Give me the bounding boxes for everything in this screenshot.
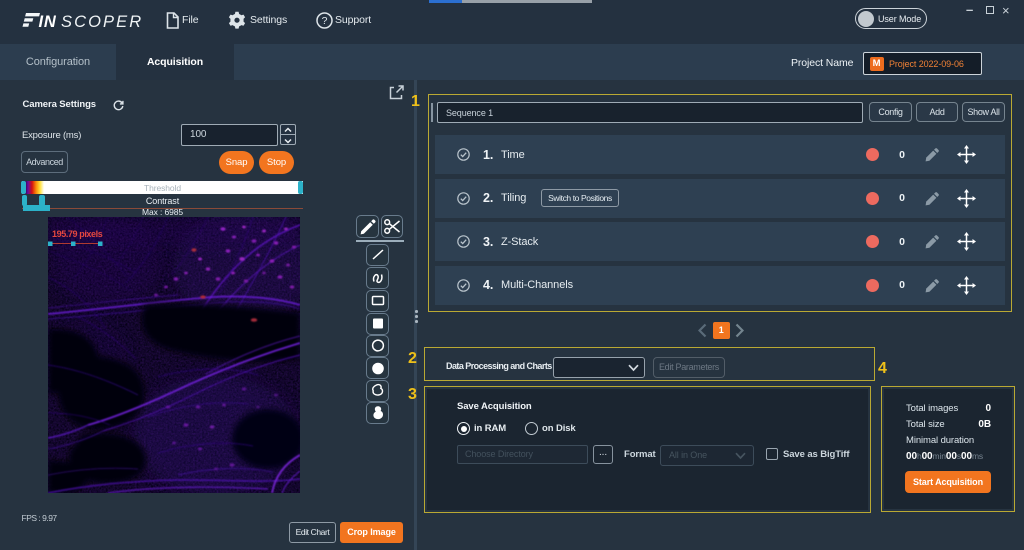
svg-text:195.79 pixels: 195.79 pixels	[52, 229, 103, 239]
svg-text:?: ?	[322, 15, 328, 27]
svg-text:IN: IN	[39, 13, 57, 31]
svg-text:SCOPER: SCOPER	[61, 13, 143, 31]
